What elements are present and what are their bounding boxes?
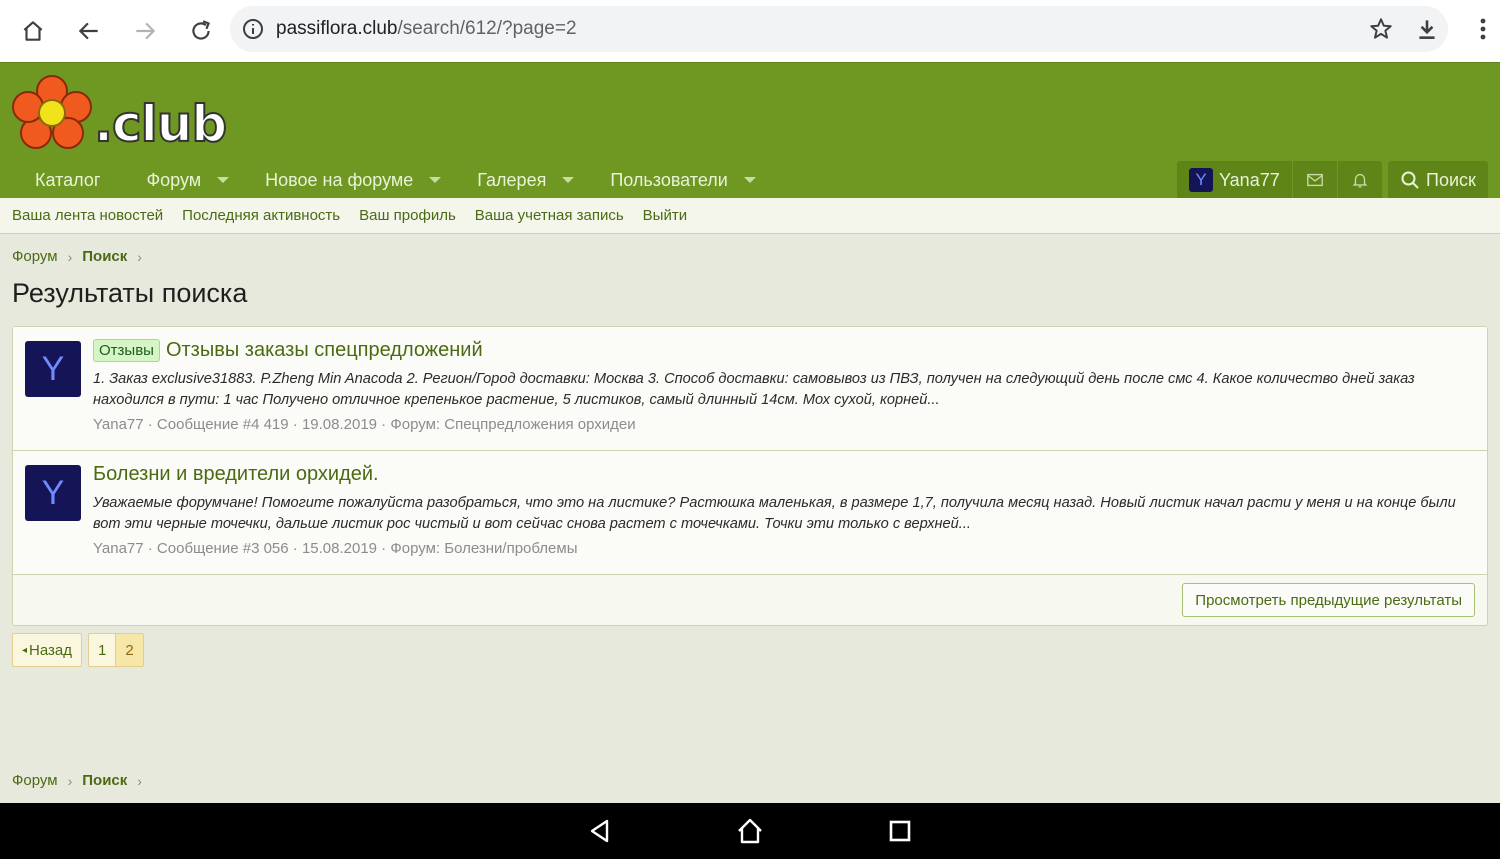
info-icon bbox=[243, 19, 263, 39]
reload-button[interactable] bbox=[173, 0, 229, 62]
nav-whats-new[interactable]: Новое на форуме bbox=[247, 161, 459, 199]
chevron-right-icon: › bbox=[137, 772, 142, 789]
breadcrumb-search[interactable]: Поиск bbox=[82, 772, 127, 789]
result-snippet: Уважаемые форумчане! Помогите пожалуйста… bbox=[93, 495, 1456, 532]
breadcrumb-forum[interactable]: Форум bbox=[12, 248, 58, 265]
arrow-left-icon bbox=[78, 22, 98, 40]
page-title: Результаты поиска bbox=[12, 278, 248, 308]
subnav-latest-activity[interactable]: Последняя активность bbox=[182, 207, 340, 224]
breadcrumb-search[interactable]: Поиск bbox=[82, 248, 127, 265]
nav-label: Пользователи bbox=[610, 169, 728, 190]
site-info-button[interactable] bbox=[230, 17, 276, 41]
flower-logo-icon bbox=[12, 75, 92, 149]
home-icon[interactable] bbox=[736, 817, 764, 845]
page-link-1[interactable]: 1 bbox=[88, 633, 117, 667]
avatar: Y bbox=[1189, 168, 1213, 192]
avatar[interactable]: Y bbox=[25, 341, 81, 397]
home-button[interactable] bbox=[5, 0, 61, 62]
alerts-button[interactable] bbox=[1336, 161, 1382, 199]
caret-down-icon[interactable] bbox=[562, 177, 575, 183]
more-vert-icon[interactable] bbox=[1480, 18, 1486, 40]
user-controls: Y Yana77 bbox=[1177, 161, 1382, 199]
result-title-row: Болезни и вредители орхидей. bbox=[93, 463, 379, 486]
forward-button[interactable] bbox=[117, 0, 173, 62]
list-item: Y Болезни и вредители орхидей. Уважаемые… bbox=[13, 451, 1487, 575]
username: Yana77 bbox=[1219, 169, 1280, 190]
result-title-link[interactable]: Болезни и вредители орхидей. bbox=[93, 463, 379, 486]
chevron-right-icon: › bbox=[67, 772, 73, 789]
search-icon bbox=[1401, 171, 1419, 189]
sub-nav: Ваша лента новостей Последняя активность… bbox=[0, 198, 1500, 234]
prefix-label: Отзывы bbox=[93, 339, 160, 362]
result-title-link[interactable]: Отзывы заказы спецпредложений bbox=[166, 339, 483, 362]
nav-members[interactable]: Пользователи bbox=[592, 161, 773, 199]
result-title-row: Отзывы Отзывы заказы спецпредложений bbox=[93, 339, 483, 362]
caret-down-icon[interactable] bbox=[429, 177, 442, 183]
avatar[interactable]: Y bbox=[25, 465, 81, 521]
caret-down-icon[interactable] bbox=[743, 177, 756, 183]
breadcrumb-bottom: Форум › Поиск › bbox=[12, 772, 142, 789]
result-meta: Yana77 · Сообщение #3 056 · 15.08.2019 ·… bbox=[93, 540, 578, 557]
back-triangle-icon[interactable] bbox=[586, 817, 614, 845]
nav-label: Каталог bbox=[35, 169, 101, 190]
subnav-account[interactable]: Ваша учетная запись bbox=[475, 207, 624, 224]
star-icon[interactable] bbox=[1368, 16, 1394, 42]
subnav-news-feed[interactable]: Ваша лента новостей bbox=[12, 207, 163, 224]
previous-results-button[interactable]: Просмотреть предыдущие результаты bbox=[1182, 583, 1475, 617]
account-button[interactable]: Y Yana77 bbox=[1177, 161, 1292, 199]
home-icon bbox=[23, 21, 43, 41]
main-nav: Каталог Форум Новое на форуме Галерея По… bbox=[0, 161, 774, 199]
pager-back-button[interactable]: ◂ Назад bbox=[12, 633, 83, 667]
url-text: passiflora.club/search/612/?page=2 bbox=[276, 18, 577, 40]
arrow-right-icon bbox=[136, 22, 156, 40]
chevron-right-icon: › bbox=[137, 248, 142, 265]
nav-catalog[interactable]: Каталог bbox=[0, 161, 128, 199]
nav-forum[interactable]: Форум bbox=[128, 161, 247, 199]
envelope-icon bbox=[1306, 173, 1323, 187]
list-item: Y Отзывы Отзывы заказы спецпредложений 1… bbox=[13, 327, 1487, 451]
nav-gallery[interactable]: Галерея bbox=[459, 161, 592, 199]
subnav-profile[interactable]: Ваш профиль bbox=[359, 207, 456, 224]
reload-icon bbox=[192, 20, 210, 40]
search-button[interactable]: Поиск bbox=[1388, 161, 1488, 199]
search-results: Y Отзывы Отзывы заказы спецпредложений 1… bbox=[12, 326, 1488, 626]
bell-icon bbox=[1352, 173, 1368, 188]
search-label: Поиск bbox=[1426, 169, 1476, 190]
result-meta: Yana77 · Сообщение #4 419 · 19.08.2019 ·… bbox=[93, 416, 636, 433]
download-icon[interactable] bbox=[1414, 16, 1440, 42]
page-link-2[interactable]: 2 bbox=[116, 633, 144, 667]
system-nav-bar bbox=[0, 803, 1500, 859]
breadcrumb-forum[interactable]: Форум bbox=[12, 772, 58, 789]
breadcrumb: Форум › Поиск › bbox=[12, 248, 142, 265]
url-path: /search/612/?page=2 bbox=[397, 18, 577, 39]
caret-left-icon: ◂ bbox=[22, 644, 28, 656]
nav-label: Новое на форуме bbox=[265, 169, 414, 190]
back-button[interactable] bbox=[61, 0, 117, 62]
result-snippet: 1. Заказ exclusive31883. P.Zheng Min Ana… bbox=[93, 371, 1415, 408]
site-logo[interactable]: .club bbox=[12, 73, 228, 154]
subnav-logout[interactable]: Выйти bbox=[643, 207, 687, 224]
caret-down-icon[interactable] bbox=[217, 177, 230, 183]
pagination: ◂ Назад 1 2 bbox=[12, 633, 144, 667]
nav-label: Галерея bbox=[477, 169, 547, 190]
logo-text: .club bbox=[93, 94, 228, 154]
pager-back-label: Назад bbox=[29, 641, 73, 659]
overview-square-icon[interactable] bbox=[886, 817, 914, 845]
chevron-right-icon: › bbox=[67, 248, 73, 265]
site-header: .club Каталог Форум Новое на форуме Гале… bbox=[0, 62, 1500, 199]
address-bar[interactable]: passiflora.club/search/612/?page=2 bbox=[230, 6, 1448, 52]
browser-toolbar: passiflora.club/search/612/?page=2 bbox=[0, 0, 1500, 62]
inbox-button[interactable] bbox=[1291, 161, 1337, 199]
url-host: passiflora.club bbox=[276, 18, 398, 39]
nav-label: Форум bbox=[146, 169, 202, 190]
